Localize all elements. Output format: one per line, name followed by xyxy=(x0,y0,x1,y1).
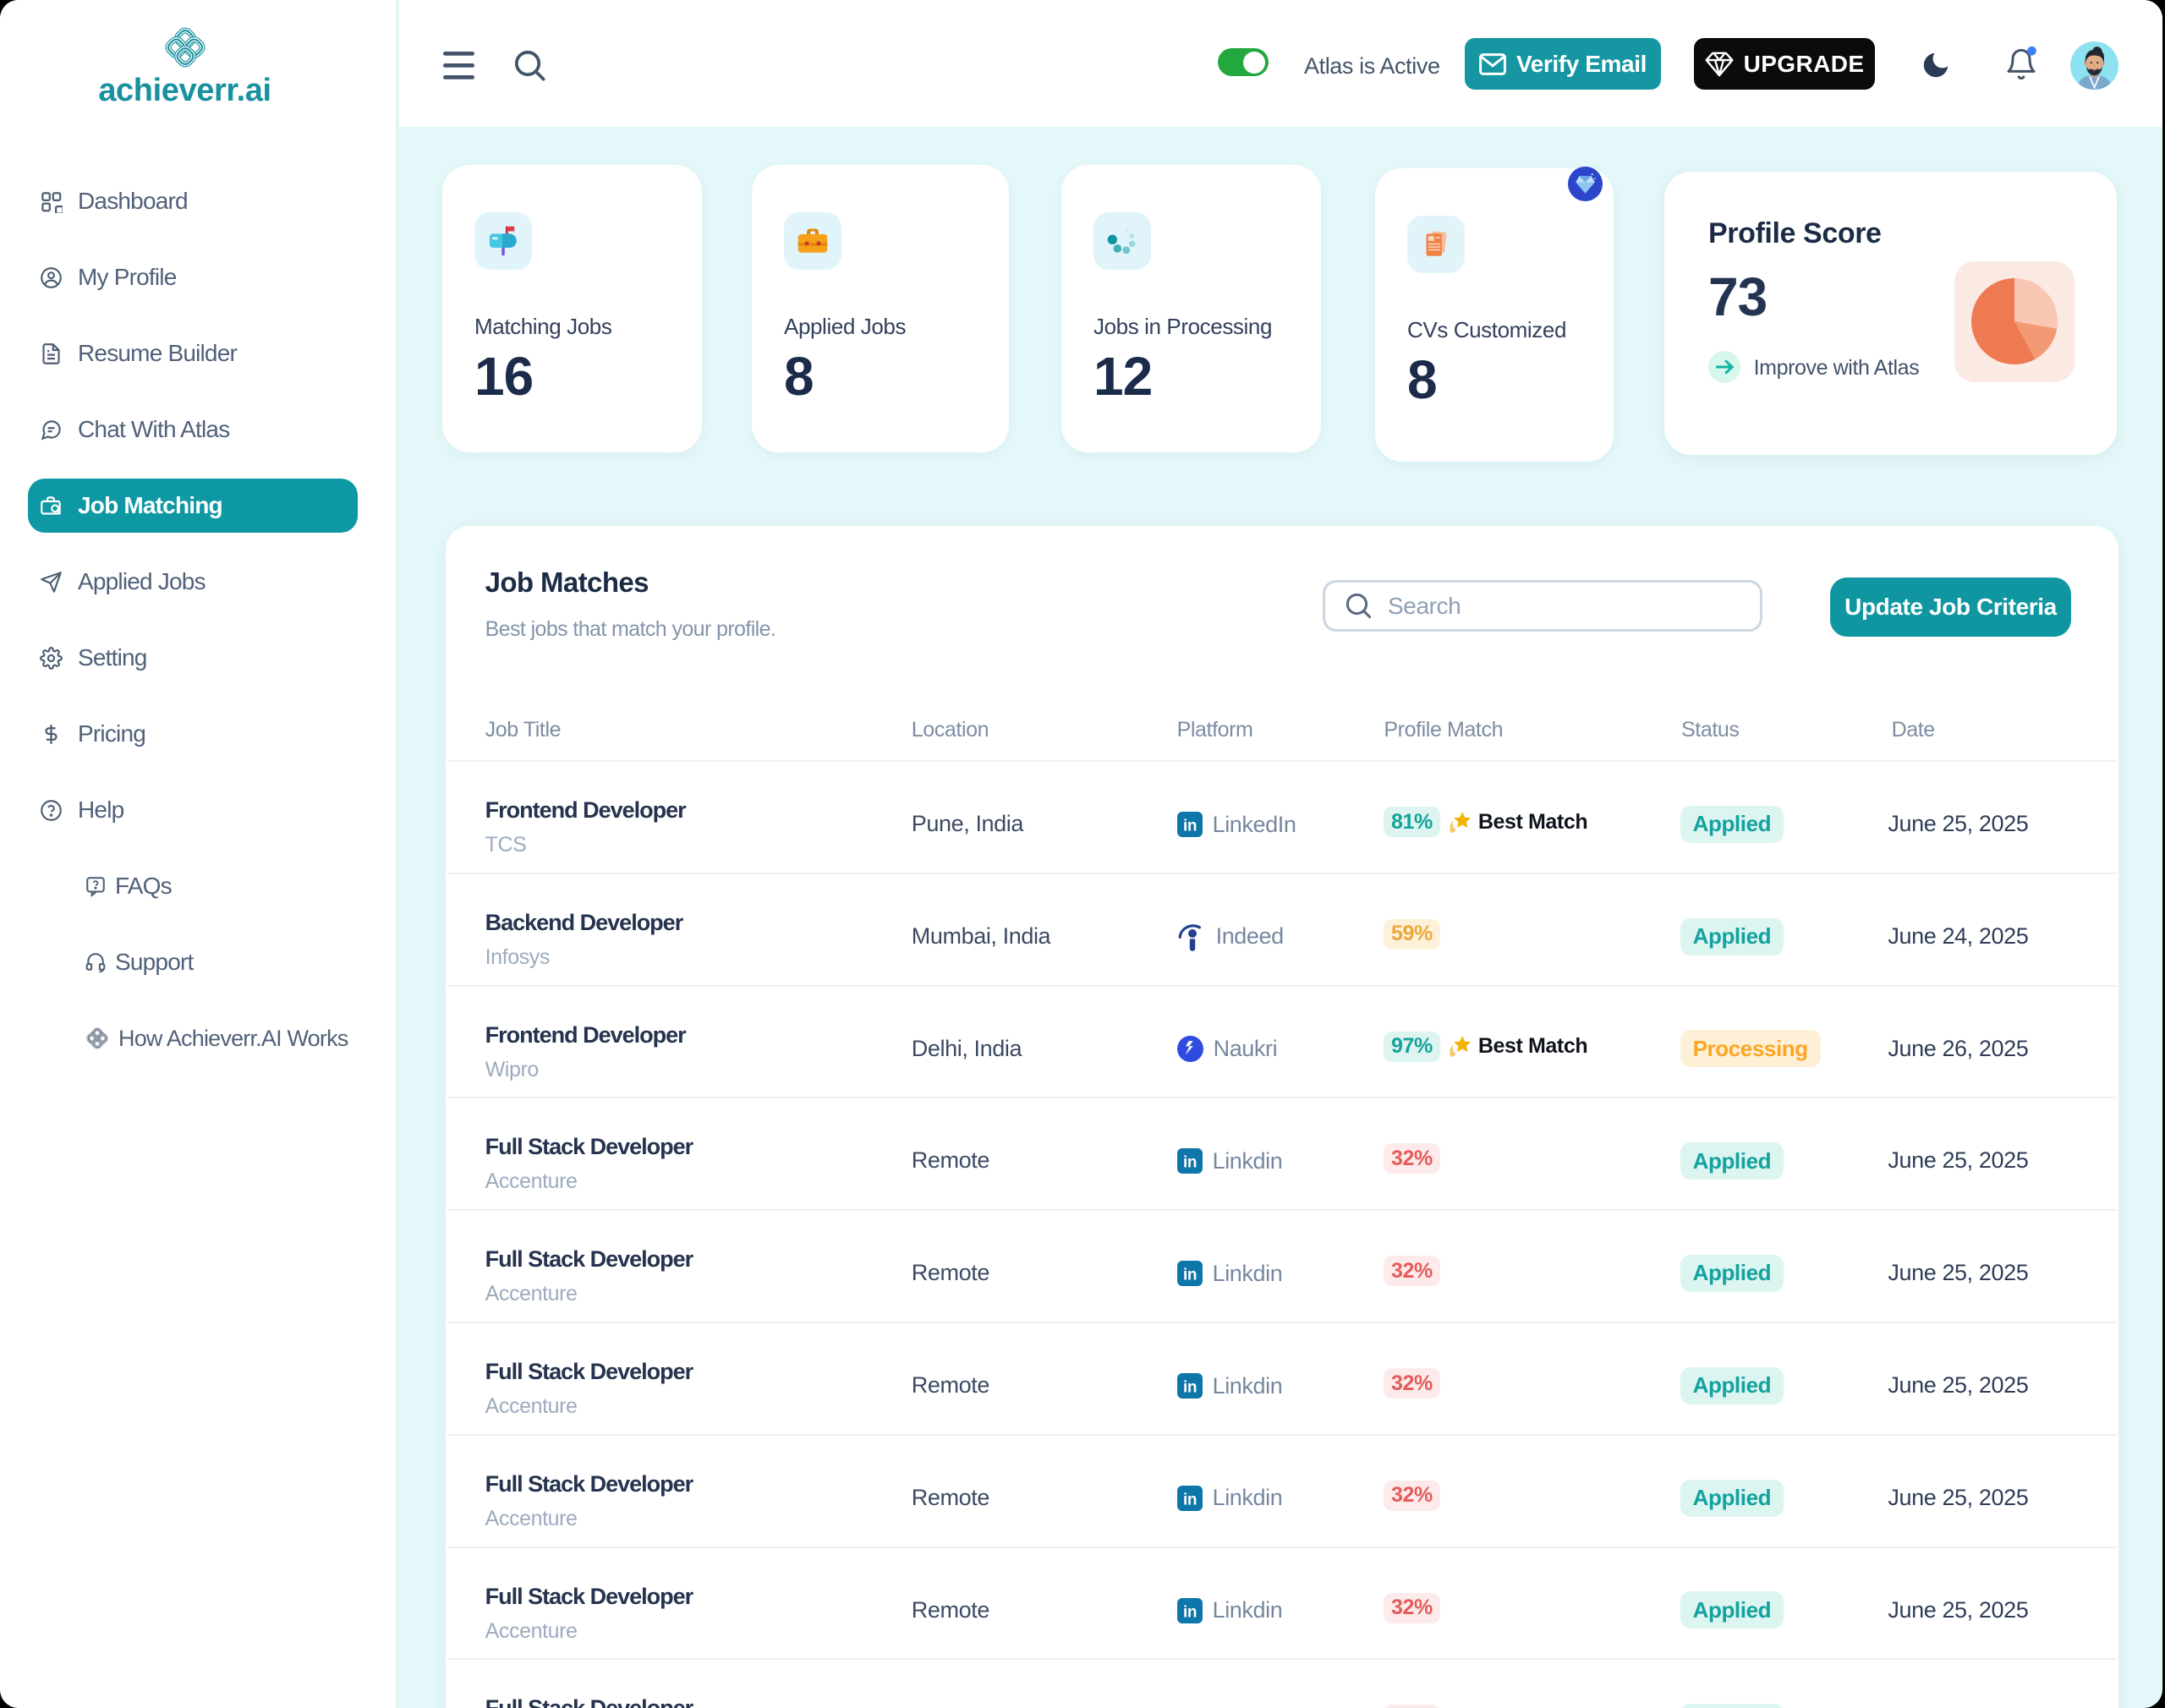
svg-text:in: in xyxy=(1183,1491,1197,1508)
svg-text:in: in xyxy=(1183,1379,1197,1397)
svg-text:in: in xyxy=(1183,818,1197,835)
svg-text:in: in xyxy=(1183,1603,1197,1621)
svg-text:in: in xyxy=(1183,1267,1197,1284)
svg-text:in: in xyxy=(1183,1154,1197,1172)
